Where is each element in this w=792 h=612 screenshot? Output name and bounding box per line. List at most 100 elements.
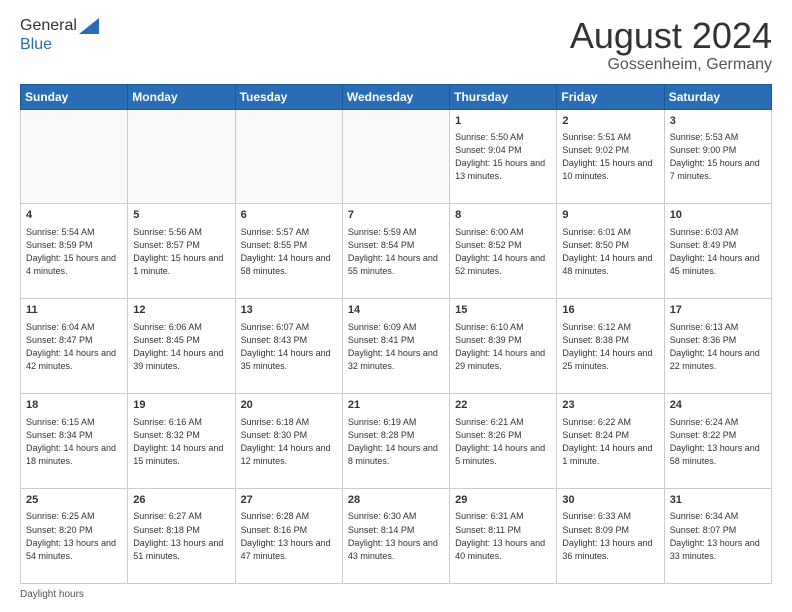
day-info: Sunrise: 5:54 AM Sunset: 8:59 PM Dayligh…: [26, 226, 122, 278]
day-number: 13: [241, 303, 337, 318]
calendar-header-row: Sunday Monday Tuesday Wednesday Thursday…: [21, 84, 772, 109]
col-wednesday: Wednesday: [342, 84, 449, 109]
day-info: Sunrise: 6:21 AM Sunset: 8:26 PM Dayligh…: [455, 416, 551, 468]
col-friday: Friday: [557, 84, 664, 109]
calendar-cell: 15 Sunrise: 6:10 AM Sunset: 8:39 PM Dayli…: [450, 299, 557, 394]
day-number: 3: [670, 114, 766, 129]
day-info: Sunrise: 6:00 AM Sunset: 8:52 PM Dayligh…: [455, 226, 551, 278]
calendar-cell: 20 Sunrise: 6:18 AM Sunset: 8:30 PM Dayli…: [235, 394, 342, 489]
calendar-cell: 22 Sunrise: 6:21 AM Sunset: 8:26 PM Dayli…: [450, 394, 557, 489]
calendar-cell: 9 Sunrise: 6:01 AM Sunset: 8:50 PM Daylig…: [557, 204, 664, 299]
day-number: 20: [241, 398, 337, 413]
calendar-cell: 24 Sunrise: 6:24 AM Sunset: 8:22 PM Dayli…: [664, 394, 771, 489]
day-info: Sunrise: 6:31 AM Sunset: 8:11 PM Dayligh…: [455, 510, 551, 562]
day-info: Sunrise: 5:51 AM Sunset: 9:02 PM Dayligh…: [562, 131, 658, 183]
calendar-cell: [128, 109, 235, 204]
month-title: August 2024: [570, 16, 772, 56]
calendar-cell: 8Sunrise: 6:00 AM Sunset: 8:52 PM Daylig…: [450, 204, 557, 299]
day-info: Sunrise: 6:30 AM Sunset: 8:14 PM Dayligh…: [348, 510, 444, 562]
day-info: Sunrise: 6:27 AM Sunset: 8:18 PM Dayligh…: [133, 510, 229, 562]
day-number: 25: [26, 493, 122, 508]
calendar-cell: 7 Sunrise: 5:59 AM Sunset: 8:54 PM Daylig…: [342, 204, 449, 299]
day-number: 28: [348, 493, 444, 508]
calendar-cell: 27Sunrise: 6:28 AM Sunset: 8:16 PM Dayli…: [235, 489, 342, 584]
calendar-cell: 26 Sunrise: 6:27 AM Sunset: 8:18 PM Dayli…: [128, 489, 235, 584]
day-info: Sunrise: 6:34 AM Sunset: 8:07 PM Dayligh…: [670, 510, 766, 562]
page: General Blue August 2024 Gossenheim, Ger…: [0, 0, 792, 612]
day-number: 4: [26, 208, 122, 223]
day-info: Sunrise: 6:04 AM Sunset: 8:47 PM Dayligh…: [26, 321, 122, 373]
calendar-cell: [342, 109, 449, 204]
day-info: Sunrise: 6:03 AM Sunset: 8:49 PM Dayligh…: [670, 226, 766, 278]
day-number: 18: [26, 398, 122, 413]
logo: General Blue: [20, 16, 99, 54]
day-number: 19: [133, 398, 229, 413]
day-number: 22: [455, 398, 551, 413]
day-number: 26: [133, 493, 229, 508]
calendar-week-row: 18 Sunrise: 6:15 AM Sunset: 8:34 PM Dayli…: [21, 394, 772, 489]
day-number: 29: [455, 493, 551, 508]
calendar-cell: 12 Sunrise: 6:06 AM Sunset: 8:45 PM Dayli…: [128, 299, 235, 394]
day-info: Sunrise: 6:09 AM Sunset: 8:41 PM Dayligh…: [348, 321, 444, 373]
calendar-week-row: 4 Sunrise: 5:54 AM Sunset: 8:59 PM Daylig…: [21, 204, 772, 299]
logo-icon: [79, 16, 99, 36]
calendar-cell: 19 Sunrise: 6:16 AM Sunset: 8:32 PM Dayli…: [128, 394, 235, 489]
day-info: Sunrise: 6:06 AM Sunset: 8:45 PM Dayligh…: [133, 321, 229, 373]
day-number: 6: [241, 208, 337, 223]
calendar-cell: 13 Sunrise: 6:07 AM Sunset: 8:43 PM Dayli…: [235, 299, 342, 394]
col-thursday: Thursday: [450, 84, 557, 109]
day-info: Sunrise: 6:12 AM Sunset: 8:38 PM Dayligh…: [562, 321, 658, 373]
calendar-cell: 17 Sunrise: 6:13 AM Sunset: 8:36 PM Dayli…: [664, 299, 771, 394]
calendar-cell: [21, 109, 128, 204]
day-info: Sunrise: 6:24 AM Sunset: 8:22 PM Dayligh…: [670, 416, 766, 468]
day-number: 10: [670, 208, 766, 223]
day-number: 14: [348, 303, 444, 318]
calendar-cell: 28 Sunrise: 6:30 AM Sunset: 8:14 PM Dayli…: [342, 489, 449, 584]
header: General Blue August 2024 Gossenheim, Ger…: [20, 16, 772, 74]
day-info: Sunrise: 5:59 AM Sunset: 8:54 PM Dayligh…: [348, 226, 444, 278]
calendar-cell: 4 Sunrise: 5:54 AM Sunset: 8:59 PM Daylig…: [21, 204, 128, 299]
day-number: 1: [455, 114, 551, 129]
calendar-cell: 30 Sunrise: 6:33 AM Sunset: 8:09 PM Dayli…: [557, 489, 664, 584]
calendar-cell: 21Sunrise: 6:19 AM Sunset: 8:28 PM Dayli…: [342, 394, 449, 489]
day-info: Sunrise: 6:33 AM Sunset: 8:09 PM Dayligh…: [562, 510, 658, 562]
day-info: Sunrise: 6:16 AM Sunset: 8:32 PM Dayligh…: [133, 416, 229, 468]
day-info: Sunrise: 6:18 AM Sunset: 8:30 PM Dayligh…: [241, 416, 337, 468]
day-number: 30: [562, 493, 658, 508]
logo-general-text: General: [20, 17, 77, 35]
location-title: Gossenheim, Germany: [570, 56, 772, 74]
day-number: 31: [670, 493, 766, 508]
day-info: Sunrise: 6:01 AM Sunset: 8:50 PM Dayligh…: [562, 226, 658, 278]
day-number: 23: [562, 398, 658, 413]
day-number: 12: [133, 303, 229, 318]
day-info: Sunrise: 6:15 AM Sunset: 8:34 PM Dayligh…: [26, 416, 122, 468]
day-number: 2: [562, 114, 658, 129]
day-info: Sunrise: 5:53 AM Sunset: 9:00 PM Dayligh…: [670, 131, 766, 183]
calendar-table: Sunday Monday Tuesday Wednesday Thursday…: [20, 84, 772, 584]
day-number: 17: [670, 303, 766, 318]
day-info: Sunrise: 5:56 AM Sunset: 8:57 PM Dayligh…: [133, 226, 229, 278]
calendar-week-row: 11Sunrise: 6:04 AM Sunset: 8:47 PM Dayli…: [21, 299, 772, 394]
title-section: August 2024 Gossenheim, Germany: [570, 16, 772, 74]
calendar-cell: 1Sunrise: 5:50 AM Sunset: 9:04 PM Daylig…: [450, 109, 557, 204]
calendar-cell: [235, 109, 342, 204]
calendar-cell: 16Sunrise: 6:12 AM Sunset: 8:38 PM Dayli…: [557, 299, 664, 394]
day-number: 7: [348, 208, 444, 223]
day-info: Sunrise: 6:07 AM Sunset: 8:43 PM Dayligh…: [241, 321, 337, 373]
day-info: Sunrise: 6:22 AM Sunset: 8:24 PM Dayligh…: [562, 416, 658, 468]
calendar-cell: 3 Sunrise: 5:53 AM Sunset: 9:00 PM Daylig…: [664, 109, 771, 204]
col-sunday: Sunday: [21, 84, 128, 109]
col-monday: Monday: [128, 84, 235, 109]
day-info: Sunrise: 6:10 AM Sunset: 8:39 PM Dayligh…: [455, 321, 551, 373]
calendar-week-row: 1Sunrise: 5:50 AM Sunset: 9:04 PM Daylig…: [21, 109, 772, 204]
day-number: 15: [455, 303, 551, 318]
calendar-cell: 5Sunrise: 5:56 AM Sunset: 8:57 PM Daylig…: [128, 204, 235, 299]
day-number: 9: [562, 208, 658, 223]
calendar-cell: 6Sunrise: 5:57 AM Sunset: 8:55 PM Daylig…: [235, 204, 342, 299]
calendar: Sunday Monday Tuesday Wednesday Thursday…: [20, 84, 772, 600]
day-number: 24: [670, 398, 766, 413]
day-number: 27: [241, 493, 337, 508]
calendar-cell: 31 Sunrise: 6:34 AM Sunset: 8:07 PM Dayli…: [664, 489, 771, 584]
day-info: Sunrise: 6:13 AM Sunset: 8:36 PM Dayligh…: [670, 321, 766, 373]
calendar-cell: 14 Sunrise: 6:09 AM Sunset: 8:41 PM Dayli…: [342, 299, 449, 394]
